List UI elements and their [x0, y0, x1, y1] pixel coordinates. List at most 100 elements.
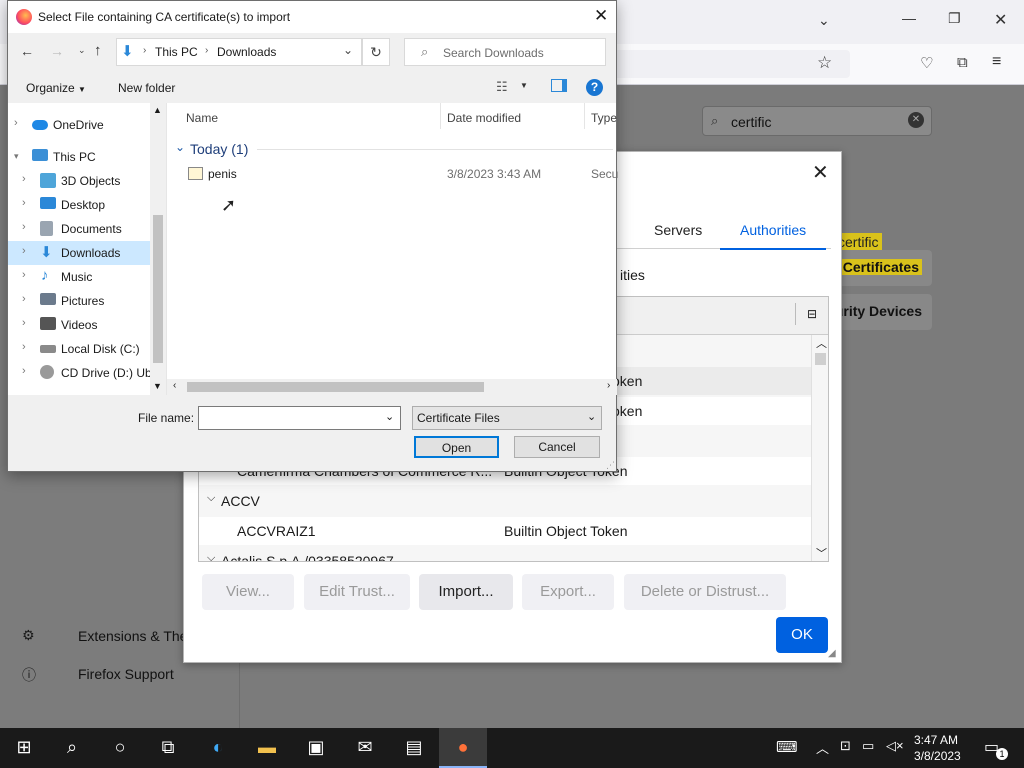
tree-scrollbar[interactable]: ︿ ﹀ [811, 335, 828, 561]
import-button[interactable]: Import... [419, 574, 513, 610]
chevron-right-icon[interactable]: › [22, 245, 26, 257]
column-picker-icon[interactable]: ⊟ [807, 307, 817, 321]
view-options-icon[interactable]: ☷ [496, 79, 508, 95]
back-arrow-icon[interactable]: ← [20, 43, 34, 59]
ok-button[interactable]: OK [776, 617, 828, 653]
scroll-left-icon[interactable]: ‹ [173, 380, 176, 391]
file-list[interactable]: Name Date modified Type ⌄ Today (1) peni… [166, 103, 618, 395]
caret-down-icon[interactable]: ▼ [520, 81, 528, 90]
address-bar[interactable]: ⬇ › This PC › Downloads ⌄ [116, 38, 362, 66]
nav-scrollbar[interactable]: ▲ ▼ [150, 103, 166, 395]
search-icon[interactable]: ⌕ [48, 728, 96, 768]
chevron-down-icon[interactable]: ⌄ [587, 410, 596, 423]
close-icon[interactable]: ✕ [812, 160, 829, 185]
nav-item-3d-objects[interactable]: › 3D Objects [8, 169, 150, 193]
file-name-input[interactable]: ⌄ [198, 406, 401, 430]
close-icon[interactable]: ✕ [994, 10, 1007, 30]
recent-locations-icon[interactable]: ⌄ [78, 45, 86, 56]
network-icon[interactable]: ⊡ [840, 738, 851, 754]
file-explorer-icon[interactable]: ▬ [243, 728, 291, 768]
scroll-thumb[interactable] [153, 215, 163, 363]
volume-muted-icon[interactable]: ◁× [886, 738, 904, 754]
chevron-right-icon[interactable]: › [22, 197, 26, 209]
display-icon[interactable]: ▭ [862, 738, 874, 754]
task-view-icon[interactable]: ⧉ [144, 728, 192, 768]
nav-item-documents[interactable]: › Documents [8, 217, 150, 241]
tree-group-row[interactable]: ⌵ ACCV [199, 487, 811, 515]
preview-pane-icon[interactable] [551, 79, 567, 92]
scroll-down-icon[interactable]: ﹀ [816, 545, 827, 561]
nav-item-local-disk[interactable]: › Local Disk (C:) [8, 337, 150, 361]
clock-time[interactable]: 3:47 AM [914, 733, 958, 747]
scroll-thumb[interactable] [815, 353, 826, 365]
up-arrow-icon[interactable]: ↑ [94, 42, 102, 59]
firefox-taskbar-icon[interactable]: ● [439, 728, 487, 768]
nav-item-pictures[interactable]: › Pictures [8, 289, 150, 313]
settings-search-input[interactable]: ⌕ certific ✕ [702, 106, 932, 136]
cancel-button[interactable]: Cancel [514, 436, 600, 458]
nav-item-cd-drive[interactable]: › CD Drive (D:) Ub [8, 361, 152, 385]
tree-row[interactable]: ACCVRAIZ1 Builtin Object Token [199, 517, 811, 545]
resize-grip-icon[interactable]: ⋰ [606, 460, 615, 471]
new-folder-button[interactable]: New folder [118, 81, 175, 95]
file-row[interactable]: penis 3/8/2023 3:43 AM Secu [185, 165, 618, 185]
open-button[interactable]: Open [414, 436, 499, 458]
tab-servers[interactable]: Servers [634, 222, 722, 248]
nav-item-desktop[interactable]: › Desktop [8, 193, 150, 217]
delete-distrust-button[interactable]: Delete or Distrust... [624, 574, 786, 610]
search-input[interactable]: ⌕ Search Downloads [404, 38, 606, 66]
chevron-right-icon[interactable]: › [22, 293, 26, 305]
column-type[interactable]: Type [591, 111, 617, 125]
chevron-down-icon[interactable]: ⌄ [343, 43, 353, 57]
bookmark-star-icon[interactable]: ☆ [817, 53, 832, 73]
chevron-right-icon[interactable]: › [22, 221, 26, 233]
chevron-right-icon[interactable]: › [22, 341, 26, 353]
mail-icon[interactable]: ✉ [341, 728, 389, 768]
resize-grip-icon[interactable]: ◢ [828, 648, 836, 659]
chevron-right-icon[interactable]: › [14, 117, 18, 129]
menu-icon[interactable]: ≡ [992, 53, 1001, 71]
scroll-up-icon[interactable]: ︿ [816, 335, 827, 351]
close-icon[interactable]: ✕ [594, 6, 608, 26]
nav-item-onedrive[interactable]: › OneDrive [8, 113, 150, 137]
view-button[interactable]: View... [202, 574, 294, 610]
restore-icon[interactable]: ❐ [948, 10, 961, 27]
tree-group-row[interactable]: ⌵ Actalis S.p.A./03358520967 [199, 547, 811, 561]
column-name[interactable]: Name [186, 111, 218, 125]
forward-arrow-icon[interactable]: → [50, 43, 64, 59]
scroll-right-icon[interactable]: › [607, 380, 610, 391]
scroll-up-icon[interactable]: ▲ [153, 105, 162, 115]
edit-trust-button[interactable]: Edit Trust... [304, 574, 410, 610]
column-date-modified[interactable]: Date modified [447, 111, 521, 125]
breadcrumb-downloads[interactable]: Downloads [217, 45, 276, 59]
url-bar[interactable] [610, 50, 850, 78]
keyboard-icon[interactable]: ⌨ [776, 738, 798, 756]
chevron-down-icon[interactable]: ⌄ [175, 140, 185, 154]
start-windows-icon[interactable]: ⊞ [0, 728, 48, 768]
help-icon[interactable]: ? [586, 79, 603, 96]
group-header[interactable]: Today (1) [190, 141, 248, 157]
chevron-right-icon[interactable]: › [22, 317, 26, 329]
nav-item-downloads[interactable]: › ⬇ Downloads [8, 241, 150, 265]
clock-date[interactable]: 3/8/2023 [914, 749, 961, 763]
chevron-right-icon[interactable]: › [22, 365, 26, 377]
navigation-pane[interactable]: › OneDrive ▾ This PC › 3D Objects › Desk… [8, 103, 166, 395]
scroll-thumb[interactable] [187, 382, 484, 392]
clear-search-icon[interactable]: ✕ [908, 112, 924, 128]
scroll-down-icon[interactable]: ▼ [153, 381, 162, 391]
horizontal-scrollbar[interactable]: ‹ › [167, 379, 617, 395]
export-button[interactable]: Export... [522, 574, 614, 610]
store-icon[interactable]: ▣ [292, 728, 340, 768]
edge-icon[interactable]: ◐ [194, 728, 242, 768]
cortana-icon[interactable]: ○ [96, 728, 144, 768]
tab-list-icon[interactable]: ⌄ [818, 12, 830, 29]
app-window-icon[interactable]: ▤ [390, 728, 438, 768]
organize-menu[interactable]: Organize ▼ [26, 81, 86, 95]
refresh-icon[interactable]: ↻ [362, 38, 390, 66]
chevron-down-icon[interactable]: ▾ [14, 151, 19, 162]
tab-authorities[interactable]: Authorities [720, 222, 827, 250]
nav-item-videos[interactable]: › Videos [8, 313, 150, 337]
minimize-icon[interactable]: — [902, 10, 916, 26]
sidebar-item-support[interactable]: Firefox Support [78, 666, 174, 682]
chevron-right-icon[interactable]: › [22, 269, 26, 281]
